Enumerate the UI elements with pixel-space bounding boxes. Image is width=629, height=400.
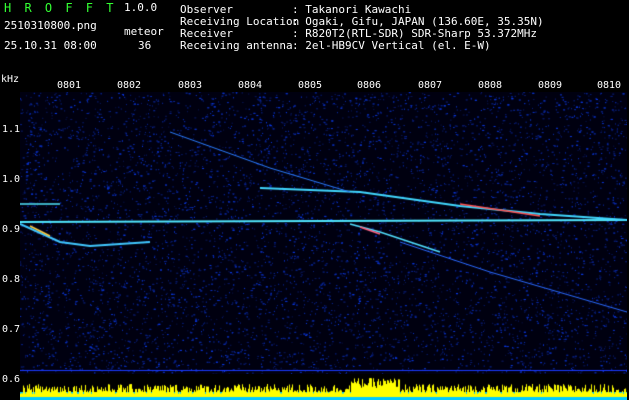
y-tick: 0.8 xyxy=(2,274,21,285)
x-tick: 0804 xyxy=(238,80,263,91)
x-tick: 0805 xyxy=(298,80,323,91)
app-title: H R O F F T xyxy=(4,1,117,15)
x-tick: 0806 xyxy=(357,80,382,91)
y-tick: 1.0 xyxy=(2,174,21,185)
y-tick: 0.7 xyxy=(2,324,21,335)
y-tick: 1.1 xyxy=(2,124,21,135)
x-tick: 0808 xyxy=(478,80,503,91)
hrofft-window: H R O F F T 1.0.0 2510310800.png 25.10.3… xyxy=(0,0,629,400)
x-tick: 0810 xyxy=(597,80,622,91)
date-time: 25.10.31 08:00 xyxy=(4,39,97,52)
meteor-count: 36 xyxy=(138,39,152,52)
x-tick: 0802 xyxy=(117,80,142,91)
y-axis-unit: kHz xyxy=(1,74,20,85)
antenna-key: Receiving antenna xyxy=(180,39,293,52)
spectrogram xyxy=(20,92,627,374)
y-tick: 0.9 xyxy=(2,224,21,235)
antenna-value: : 2el-HB9CV Vertical (el. E-W) xyxy=(292,39,491,52)
x-tick: 0801 xyxy=(57,80,82,91)
x-tick: 0807 xyxy=(418,80,443,91)
x-tick: 0809 xyxy=(538,80,563,91)
file-name: 2510310800.png xyxy=(4,19,97,32)
meteor-label: meteor xyxy=(124,25,164,38)
app-version: 1.0.0 xyxy=(124,1,158,14)
x-tick: 0803 xyxy=(178,80,203,91)
y-tick: 0.6 xyxy=(2,374,21,385)
signal-level-bars xyxy=(20,374,627,400)
